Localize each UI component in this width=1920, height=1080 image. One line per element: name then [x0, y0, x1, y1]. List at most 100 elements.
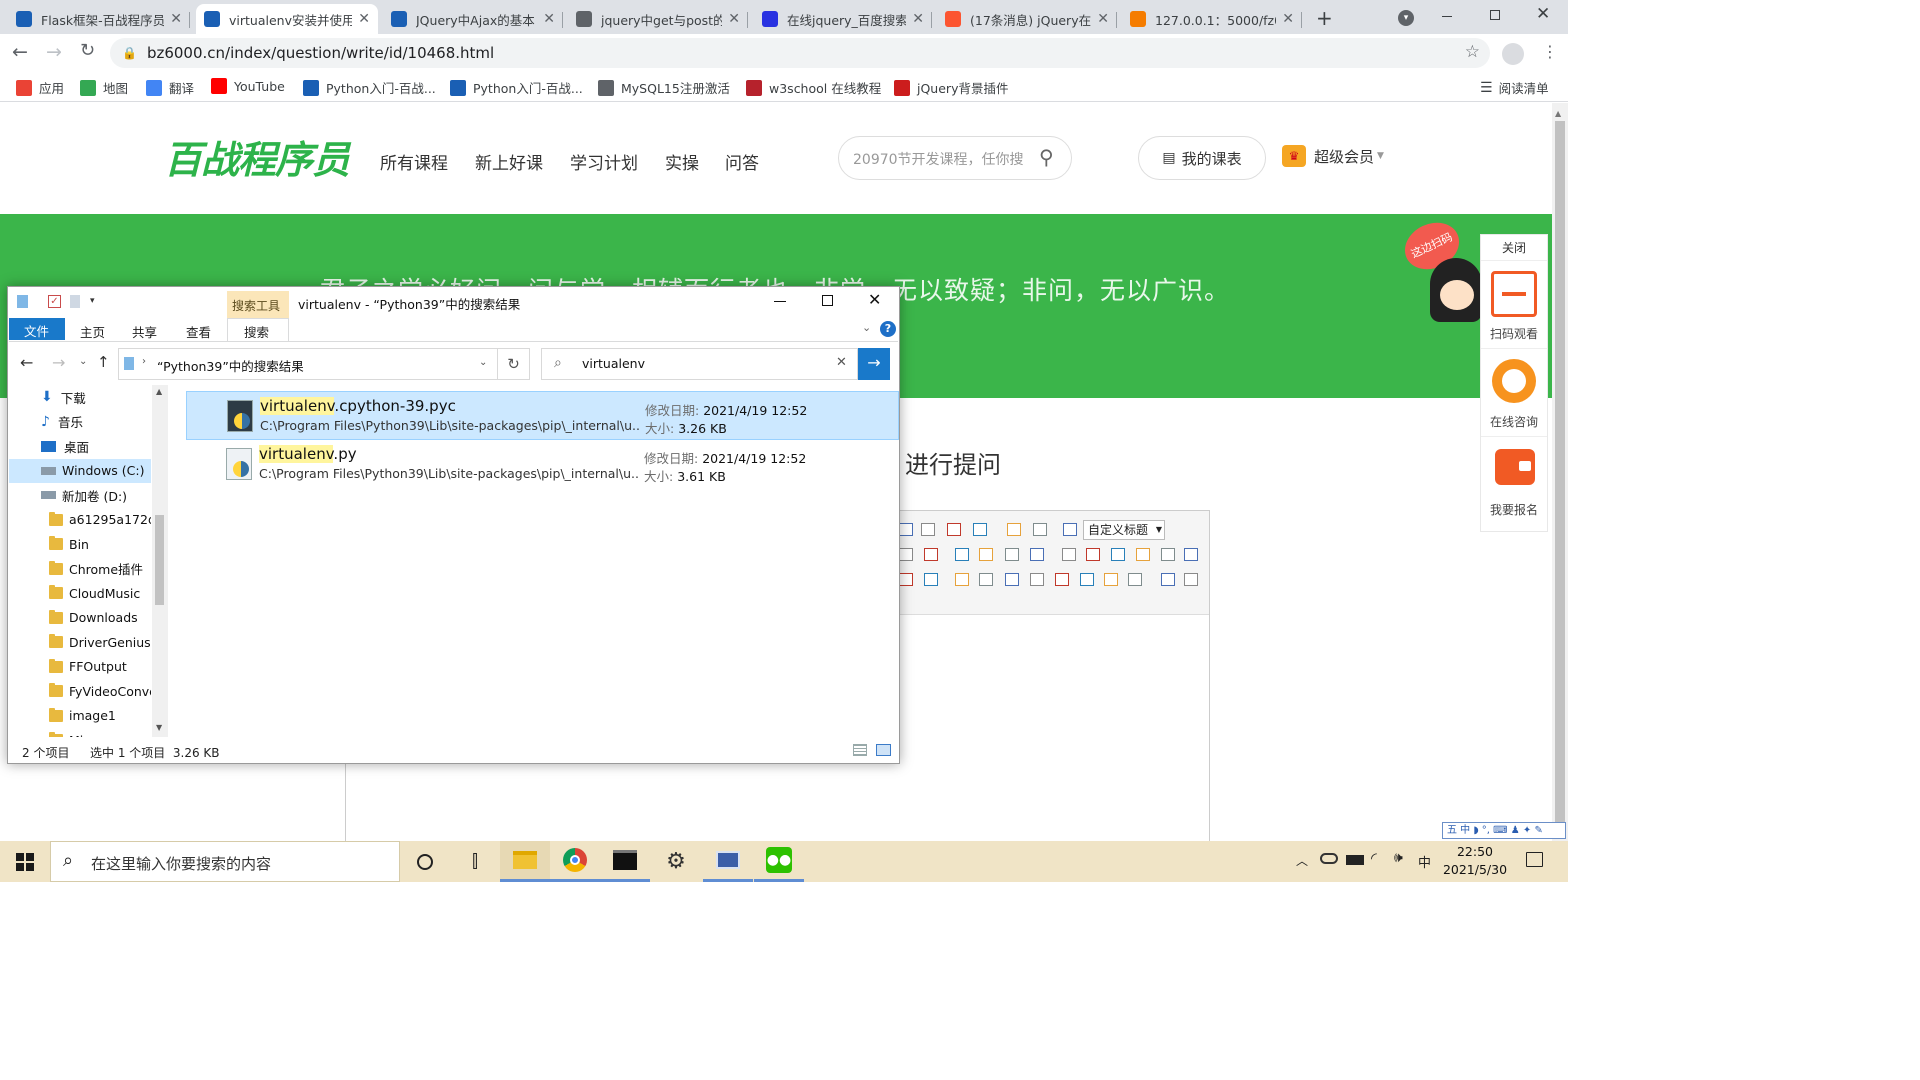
new-tab-button[interactable]: +	[1316, 6, 1333, 30]
address-bar[interactable]: › “Python39”中的搜索结果 ⌄	[118, 348, 498, 380]
ime-toolbar[interactable]: 五 中 ◗ °, ⌨ ♟ ✦ ✎	[1442, 822, 1566, 839]
tree-item[interactable]: Downloads	[9, 606, 151, 630]
my-courses-button[interactable]: ▤ 我的课表	[1138, 136, 1266, 180]
editor-tool-icon[interactable]	[1184, 548, 1198, 561]
clear-search-icon[interactable]: ✕	[836, 355, 847, 370]
editor-tool-icon[interactable]	[899, 548, 913, 561]
onedrive-icon[interactable]	[1320, 853, 1338, 864]
editor-tool-icon[interactable]	[1030, 573, 1044, 586]
up-icon[interactable]: ↑	[97, 353, 110, 371]
menu-dots-icon[interactable]: ⋮	[1542, 42, 1558, 61]
search-icon[interactable]: ⚲	[1039, 145, 1054, 169]
side-close-button[interactable]: 关闭	[1481, 235, 1547, 261]
editor-tool-icon[interactable]	[979, 573, 993, 586]
editor-tool-icon[interactable]	[1104, 573, 1118, 586]
site-nav-item[interactable]: 问答	[725, 149, 759, 174]
tab-share[interactable]: 共享	[132, 322, 157, 341]
close-tab-icon[interactable]: ✕	[912, 11, 924, 27]
editor-tool-icon[interactable]	[1063, 523, 1077, 536]
close-window-icon[interactable]: ✕	[1536, 4, 1550, 24]
tree-scrollbar[interactable]: ▲ ▼	[152, 385, 168, 737]
site-nav-item[interactable]: 所有课程	[380, 149, 448, 174]
editor-tool-icon[interactable]	[1086, 548, 1100, 561]
reading-list[interactable]: ☰ 阅读清单	[1480, 78, 1549, 97]
editor-tool-icon[interactable]	[1111, 548, 1125, 561]
editor-tool-icon[interactable]	[1184, 573, 1198, 586]
tree-item[interactable]: a61295a172d	[9, 508, 151, 532]
editor-tool-icon[interactable]	[1005, 573, 1019, 586]
bookmark-item[interactable]: jQuery背景插件	[894, 78, 1008, 97]
tree-item[interactable]: 新加卷 (D:)	[9, 483, 151, 507]
editor-tool-icon[interactable]	[1030, 548, 1044, 561]
tree-item[interactable]: Chrome插件	[9, 557, 151, 581]
scan-watch-button[interactable]: 扫码观看	[1481, 261, 1547, 349]
url-text[interactable]: bz6000.cn/index/question/write/id/10468.…	[147, 44, 494, 62]
editor-tool-icon[interactable]	[899, 573, 913, 586]
browser-tab[interactable]: 在线jquery_百度搜索 ✕	[754, 4, 932, 34]
tree-item[interactable]: Misc	[9, 728, 151, 737]
site-search[interactable]: 20970节开发课程，任你搜 ⚲	[838, 136, 1072, 180]
back-icon[interactable]: ←	[20, 353, 33, 372]
editor-tool-icon[interactable]	[1136, 548, 1150, 561]
close-tab-icon[interactable]: ✕	[170, 11, 182, 27]
editor-tool-icon[interactable]	[1005, 548, 1019, 561]
editor-tool-icon[interactable]	[955, 548, 969, 561]
editor-tool-icon[interactable]	[1128, 573, 1142, 586]
site-nav-item[interactable]: 学习计划	[570, 149, 638, 174]
wechat-icon[interactable]: ●●	[754, 841, 804, 882]
ribbon-expand-icon[interactable]: ⌄	[862, 321, 871, 334]
tree-scrollbar-thumb[interactable]	[155, 515, 164, 605]
tab-view[interactable]: 查看	[186, 322, 211, 341]
editor-tool-icon[interactable]	[1080, 573, 1094, 586]
bookmark-item[interactable]: Python入门-百战...	[303, 78, 436, 97]
taskbar-search-input[interactable]: 在这里输入你要搜索的内容	[91, 853, 271, 874]
close-tab-icon[interactable]: ✕	[358, 11, 370, 27]
site-nav-item[interactable]: 新上好课	[475, 149, 543, 174]
maximize-icon[interactable]	[822, 295, 833, 306]
search-box[interactable]: ⌕ virtualenv ✕	[541, 348, 858, 380]
qat-dropdown-icon[interactable]: ▾	[90, 296, 95, 306]
bookmark-item[interactable]: w3school 在线教程	[746, 78, 881, 97]
terminal-icon[interactable]	[600, 841, 650, 882]
site-logo[interactable]: 百战程序员	[164, 129, 350, 184]
tree-item[interactable]: Bin	[9, 532, 151, 556]
new-folder-icon[interactable]	[70, 295, 80, 308]
close-icon[interactable]: ✕	[868, 290, 881, 309]
tab-search-icon[interactable]: ▾	[1398, 10, 1414, 26]
forward-icon[interactable]: →	[52, 353, 65, 372]
wifi-icon[interactable]: ◜	[1371, 849, 1377, 867]
editor-tool-icon[interactable]	[1161, 548, 1175, 561]
reload-icon[interactable]: ↻	[80, 40, 95, 61]
taskbar-search[interactable]: ⌕ 在这里输入你要搜索的内容	[50, 841, 400, 882]
notification-icon[interactable]	[1526, 852, 1543, 867]
battery-icon[interactable]	[1346, 855, 1364, 865]
minimize-icon[interactable]	[774, 301, 786, 302]
scrollbar-thumb[interactable]	[1555, 121, 1565, 831]
tree-item[interactable]: DriverGenius	[9, 630, 151, 654]
file-explorer-icon[interactable]	[500, 841, 550, 882]
signup-button[interactable]: 我要报名	[1481, 437, 1547, 527]
online-consult-button[interactable]: 在线咨询	[1481, 349, 1547, 437]
bookmark-item[interactable]: Python入门-百战...	[450, 78, 583, 97]
address-dropdown-icon[interactable]: ⌄	[479, 357, 487, 368]
minimize-icon[interactable]	[1442, 16, 1452, 17]
volume-icon[interactable]: 🕪	[1394, 850, 1403, 866]
tree-item[interactable]: ⬇ 下载	[9, 385, 151, 409]
close-tab-icon[interactable]: ✕	[1097, 11, 1109, 27]
tree-item[interactable]: Windows (C:)	[9, 458, 151, 483]
tree-item[interactable]: 桌面	[9, 434, 151, 458]
refresh-icon[interactable]: ↻	[498, 348, 530, 380]
tab-home[interactable]: 主页	[80, 322, 105, 341]
browser-tab[interactable]: Flask框架-百战程序员 ✕	[8, 4, 190, 34]
multitask-icon[interactable]: ⫿	[450, 841, 500, 882]
tree-item[interactable]: ♪ 音乐	[9, 410, 151, 434]
editor-tool-icon[interactable]	[1062, 548, 1076, 561]
vip-link[interactable]: ♛ 超级会员 ▼	[1282, 145, 1384, 167]
bookmark-item[interactable]: 应用	[16, 78, 64, 97]
ime-indicator[interactable]: 中	[1418, 852, 1431, 871]
bookmark-star-icon[interactable]: ☆	[1465, 42, 1480, 62]
recent-dropdown-icon[interactable]: ⌄	[79, 356, 87, 367]
help-icon[interactable]: ?	[880, 321, 896, 337]
heading-select[interactable]: 自定义标题 ▼	[1083, 520, 1165, 540]
browser-tab[interactable]: virtualenv安装并使用 ✕	[196, 4, 378, 34]
